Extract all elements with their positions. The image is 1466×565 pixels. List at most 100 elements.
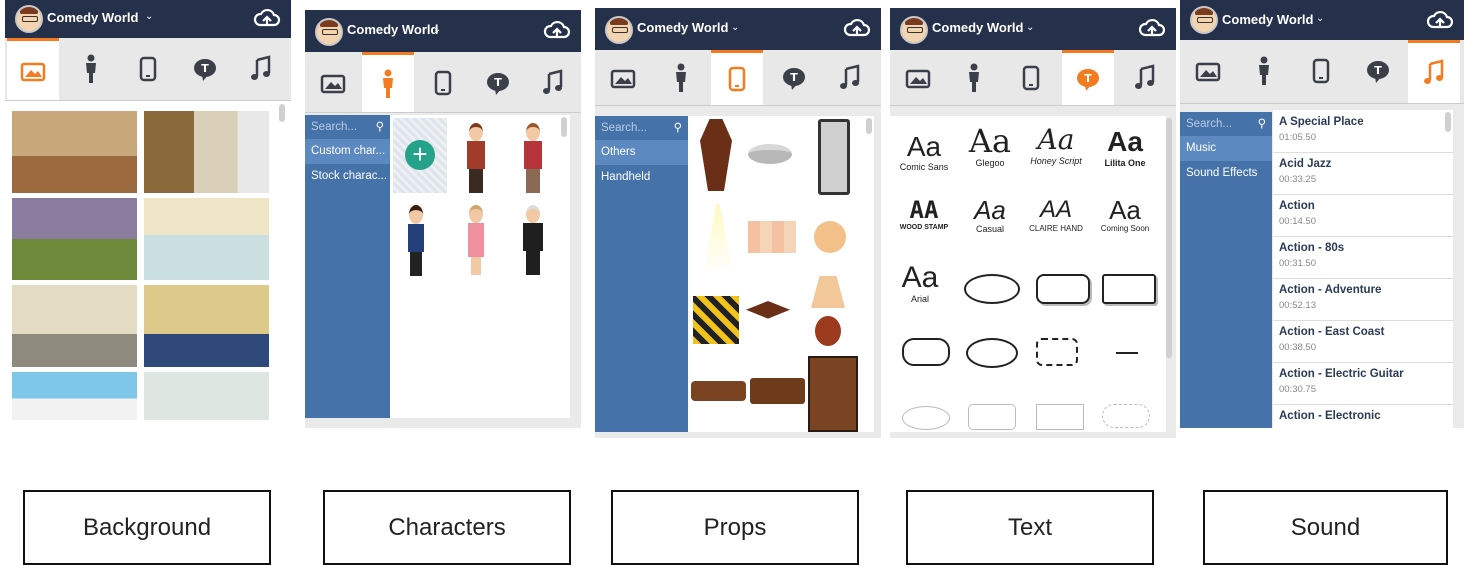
background-thumb[interactable] <box>144 285 269 367</box>
cloud-upload-icon[interactable] <box>543 16 571 44</box>
thought-bubble[interactable] <box>902 338 950 366</box>
track-row[interactable]: Action - Adventure 00:52.13 <box>1273 278 1453 321</box>
line-shape[interactable] <box>1116 352 1138 354</box>
speech-bubble-rounded-rect[interactable] <box>1036 274 1090 304</box>
tab-props[interactable] <box>417 52 469 114</box>
background-thumb[interactable] <box>12 372 137 420</box>
tab-background[interactable] <box>307 52 359 114</box>
prop-folding-chair[interactable] <box>818 119 850 195</box>
prop-dresser[interactable] <box>808 356 858 432</box>
prop-bench[interactable] <box>691 381 746 401</box>
prop-bed[interactable] <box>750 378 805 404</box>
tab-text[interactable] <box>1062 50 1114 105</box>
chevron-down-icon[interactable]: ⌄ <box>145 11 153 22</box>
tab-sound[interactable] <box>824 50 876 105</box>
user-avatar[interactable] <box>1190 6 1218 34</box>
search-input[interactable]: Search... ⚲ <box>595 116 688 140</box>
category-custom-characters[interactable]: Custom char... <box>305 139 390 164</box>
search-icon[interactable]: ⚲ <box>674 116 682 140</box>
tab-characters[interactable] <box>655 50 707 105</box>
shout-bubble[interactable] <box>1036 338 1078 366</box>
character-thumb[interactable] <box>522 123 544 195</box>
scrollbar[interactable] <box>1166 118 1172 358</box>
character-thumb[interactable] <box>465 123 487 195</box>
character-thumb[interactable] <box>465 205 487 277</box>
cloud-upload-icon[interactable] <box>1426 6 1454 34</box>
tab-props[interactable] <box>122 38 174 100</box>
background-thumb[interactable] <box>12 285 137 367</box>
cloud-upload-icon[interactable] <box>1138 14 1166 42</box>
speech-bubble-round[interactable] <box>964 274 1020 304</box>
scrollbar[interactable] <box>866 118 872 134</box>
category-handheld[interactable]: Handheld <box>595 165 688 190</box>
cloud-upload-icon[interactable] <box>253 4 281 32</box>
chevron-down-icon[interactable]: ⌄ <box>731 22 739 33</box>
prop-pixelate-round[interactable] <box>814 221 846 253</box>
prop-coffin[interactable] <box>700 119 732 191</box>
prop-ufo[interactable] <box>748 144 792 164</box>
chevron-down-icon[interactable]: ⌄ <box>1026 22 1034 33</box>
app-title[interactable]: Comedy World <box>347 22 439 37</box>
tab-background[interactable] <box>7 38 59 100</box>
track-row[interactable]: Acid Jazz 00:33.25 <box>1273 152 1453 195</box>
tab-props[interactable] <box>1295 40 1347 102</box>
track-row[interactable]: Action - Electric Guitar 00:30.75 <box>1273 362 1453 405</box>
font-casual[interactable]: Aa Casual <box>958 196 1022 234</box>
tab-background[interactable] <box>597 50 649 105</box>
character-thumb[interactable] <box>522 205 544 277</box>
category-others[interactable]: Others <box>595 140 688 165</box>
search-input[interactable]: Search... ⚲ <box>305 115 390 139</box>
chevron-down-icon[interactable]: ⌄ <box>1316 13 1324 24</box>
font-claire-hand[interactable]: AA CLAIRE HAND <box>1024 196 1088 233</box>
character-thumb[interactable] <box>405 205 427 277</box>
background-thumb[interactable] <box>12 198 137 280</box>
tab-props[interactable] <box>711 50 763 105</box>
app-title[interactable]: Comedy World <box>47 10 139 25</box>
font-comic-sans[interactable]: Aa Comic Sans <box>892 132 956 173</box>
background-thumb[interactable] <box>144 111 269 193</box>
scrollbar[interactable] <box>279 104 285 122</box>
prop-spotlight[interactable] <box>703 204 733 274</box>
tab-sound[interactable] <box>235 38 287 100</box>
prop-pixelate[interactable] <box>748 221 796 253</box>
tab-sound[interactable] <box>1119 50 1171 105</box>
prop-graduation-cap[interactable] <box>746 301 790 319</box>
chevron-down-icon[interactable]: ⌄ <box>433 24 441 35</box>
user-avatar[interactable] <box>315 18 343 46</box>
tab-characters[interactable] <box>65 38 117 100</box>
search-icon[interactable]: ⚲ <box>1258 112 1266 136</box>
bubble-outline-cloud[interactable] <box>1102 404 1150 428</box>
cloud-upload-icon[interactable] <box>843 14 871 42</box>
search-icon[interactable]: ⚲ <box>376 115 384 139</box>
font-lilita-one[interactable]: Aa Lilita One <box>1090 126 1160 168</box>
category-sound-effects[interactable]: Sound Effects <box>1180 161 1272 186</box>
font-honey-script[interactable]: Aa Honey Script <box>1024 124 1088 167</box>
track-row[interactable]: Action - 80s 00:31.50 <box>1273 236 1453 279</box>
track-row[interactable]: Action - Electronic <box>1273 404 1453 428</box>
user-avatar[interactable] <box>15 5 43 33</box>
app-title[interactable]: Comedy World <box>1222 12 1314 27</box>
app-title[interactable]: Comedy World <box>637 20 729 35</box>
search-input[interactable]: Search... ⚲ <box>1180 112 1272 136</box>
bubble-outline-rounded[interactable] <box>968 404 1016 430</box>
prop-lamp[interactable] <box>808 276 848 356</box>
tab-text[interactable] <box>768 50 820 105</box>
tab-text[interactable] <box>472 52 524 114</box>
category-stock-characters[interactable]: Stock charac... <box>305 164 390 189</box>
tab-background[interactable] <box>892 50 944 105</box>
speech-bubble-rect[interactable] <box>1102 274 1156 304</box>
track-row[interactable]: A Special Place 01:05.50 <box>1273 110 1453 153</box>
bubble-outline-rect[interactable] <box>1036 404 1084 430</box>
user-avatar[interactable] <box>900 16 928 44</box>
font-arial[interactable]: Aa Arial <box>892 262 948 305</box>
tab-characters[interactable] <box>1238 40 1290 102</box>
app-title[interactable]: Comedy World <box>932 20 1024 35</box>
tab-props[interactable] <box>1005 50 1057 105</box>
add-character-button[interactable]: + <box>393 118 447 193</box>
track-row[interactable]: Action - East Coast 00:38.50 <box>1273 320 1453 363</box>
background-thumb[interactable] <box>144 198 269 280</box>
background-thumb[interactable] <box>144 372 269 420</box>
bubble-outline-oval[interactable] <box>902 406 950 430</box>
speech-bubble-oval[interactable] <box>966 338 1018 368</box>
background-thumb[interactable] <box>12 111 137 193</box>
